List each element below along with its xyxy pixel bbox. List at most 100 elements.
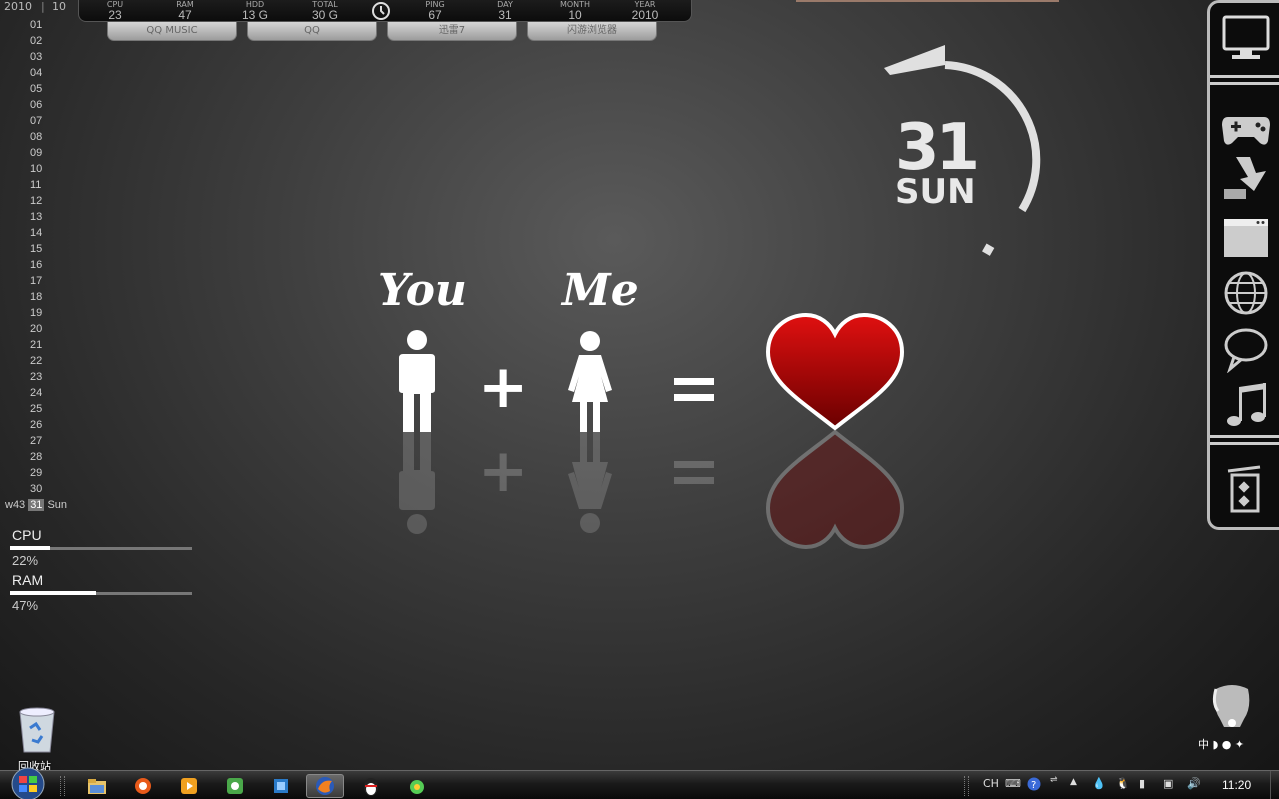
calendar-day: 01 bbox=[30, 19, 43, 31]
volume-icon[interactable]: 🔊 bbox=[1187, 777, 1201, 790]
usb-device-icon[interactable]: ▮ bbox=[1139, 777, 1145, 790]
dog-mascot-icon bbox=[1212, 685, 1250, 727]
ram-meter-bar bbox=[10, 591, 192, 595]
calendar-day: 14 bbox=[30, 227, 43, 239]
quick-launch-qq[interactable]: QQ bbox=[247, 22, 377, 41]
divider: | bbox=[41, 0, 45, 13]
calendar-day: 24 bbox=[30, 387, 43, 399]
ime-toolbar[interactable]: 中 ◗ ● ✦ bbox=[1198, 736, 1244, 752]
heart-icon bbox=[765, 312, 905, 550]
dock-separator bbox=[1210, 75, 1279, 85]
calendar-day: 13 bbox=[30, 211, 43, 223]
stat-total: TOTAL 30 G bbox=[311, 0, 338, 22]
help-icon[interactable]: ? bbox=[1027, 777, 1041, 794]
man-figure-icon bbox=[399, 330, 435, 534]
year-label: 2010 bbox=[4, 0, 32, 13]
calendar-day: 16 bbox=[30, 259, 43, 271]
clock-icon bbox=[372, 2, 390, 20]
media-player-icon[interactable] bbox=[170, 774, 208, 798]
stat-ram: RAM 47 bbox=[176, 0, 194, 22]
calendar-day: 22 bbox=[30, 355, 43, 367]
calendar-day: 07 bbox=[30, 115, 43, 127]
calendar-day: 18 bbox=[30, 291, 43, 303]
language-bar-options-icon[interactable]: ⇌ bbox=[1050, 775, 1058, 785]
svg-text:?: ? bbox=[1031, 780, 1036, 791]
taskbar: CH ⌨ ? ⇌ ▲ 💧 🐧 ▮ ▣ 🔊 11:20 bbox=[0, 767, 1279, 799]
green-ball-icon[interactable] bbox=[398, 774, 436, 798]
ram-meter-value: 47% bbox=[12, 598, 39, 613]
week-number: w43 bbox=[5, 499, 26, 511]
cpu-meter-value: 22% bbox=[12, 553, 39, 568]
calendar-day: 04 bbox=[30, 67, 43, 79]
blue-app-icon[interactable] bbox=[262, 774, 300, 798]
tray-grip[interactable] bbox=[964, 776, 969, 796]
stat-day: DAY 31 bbox=[497, 0, 513, 22]
taskbar-grip[interactable] bbox=[60, 776, 65, 796]
show-hidden-icons-icon[interactable]: ▲ bbox=[1070, 777, 1077, 787]
green-app-icon[interactable] bbox=[216, 774, 254, 798]
calendar-day: 27 bbox=[30, 435, 43, 447]
ime-language: 中 bbox=[1198, 738, 1209, 751]
start-orb-icon[interactable] bbox=[8, 767, 48, 799]
gamepad-icon[interactable] bbox=[1220, 103, 1272, 153]
qq-tray-icon[interactable]: 🐧 bbox=[1116, 777, 1130, 790]
me-label: Me bbox=[562, 265, 639, 316]
stat-ping: PING 67 bbox=[425, 0, 445, 22]
calendar-day: 29 bbox=[30, 467, 43, 479]
globe-icon[interactable] bbox=[1220, 268, 1272, 318]
calendar-day: 21 bbox=[30, 339, 43, 351]
right-dock bbox=[1207, 0, 1279, 530]
calendar-day: 15 bbox=[30, 243, 43, 255]
clock-weekday: SUN bbox=[895, 172, 976, 212]
desktop-recycle-bin-icon[interactable] bbox=[12, 706, 62, 754]
recycle-bin-icon[interactable] bbox=[1220, 465, 1272, 515]
network-icon[interactable]: ▣ bbox=[1163, 777, 1173, 790]
calendar-day: 28 bbox=[30, 451, 43, 463]
explorer-icon[interactable] bbox=[78, 774, 116, 798]
calendar-day: 09 bbox=[30, 147, 43, 159]
plus-reflection: + bbox=[478, 436, 529, 506]
clock-day-number: 31 bbox=[895, 111, 980, 185]
woman-figure-icon bbox=[568, 331, 612, 533]
stat-hdd: HDD 13 G bbox=[241, 0, 268, 22]
top-accent-line bbox=[796, 0, 1059, 2]
system-stats-bar: CPU 23 RAM 47 HDD 13 G TOTAL 30 G PING 67 DAY… bbox=[78, 0, 692, 22]
ram-meter-fill bbox=[10, 591, 96, 595]
quick-launch-xunlei[interactable]: 迅雷7 bbox=[387, 22, 517, 41]
show-desktop-button[interactable] bbox=[1270, 771, 1279, 799]
calendar-day: 12 bbox=[30, 195, 43, 207]
calendar-day: 05 bbox=[30, 83, 43, 95]
chat-bubble-icon[interactable] bbox=[1220, 323, 1272, 373]
computer-icon[interactable] bbox=[1220, 13, 1272, 63]
cpu-meter-fill bbox=[10, 546, 51, 550]
calendar-day: 17 bbox=[30, 275, 43, 287]
download-icon[interactable] bbox=[1220, 153, 1272, 203]
calendar-day: 06 bbox=[30, 99, 43, 111]
plus-sign: + bbox=[478, 352, 529, 422]
stat-cpu: CPU 23 bbox=[106, 0, 124, 22]
quick-launch-qq-music[interactable]: QQ MUSIC bbox=[107, 22, 237, 41]
taskbar-clock[interactable]: 11:20 bbox=[1222, 778, 1251, 792]
water-drop-icon[interactable]: 💧 bbox=[1092, 777, 1106, 790]
keyboard-icon[interactable]: ⌨ bbox=[1005, 777, 1021, 790]
calendar-day: 19 bbox=[30, 307, 43, 319]
calendar-today-line: w43 31 Sun bbox=[5, 498, 67, 512]
quick-launch-browser[interactable]: 闪游浏览器 bbox=[527, 22, 657, 41]
firefox-icon[interactable] bbox=[306, 774, 344, 798]
stat-month: MONTH 10 bbox=[559, 0, 591, 22]
music-note-icon[interactable] bbox=[1220, 381, 1272, 431]
browser-icon[interactable] bbox=[124, 774, 162, 798]
language-indicator[interactable]: CH bbox=[983, 777, 999, 790]
calendar-day: 26 bbox=[30, 419, 43, 431]
equals-sign-icon bbox=[674, 378, 714, 484]
qq-penguin-icon[interactable] bbox=[352, 774, 390, 798]
today-highlight: 31 bbox=[28, 499, 45, 511]
calendar-day: 25 bbox=[30, 403, 43, 415]
calendar-day: 10 bbox=[30, 163, 43, 175]
calendar-header: 2010 | 10 bbox=[0, 0, 76, 14]
calendar-day: 23 bbox=[30, 371, 43, 383]
cpu-meter-label: CPU bbox=[12, 527, 42, 543]
window-icon[interactable] bbox=[1220, 213, 1272, 263]
calendar-day: 02 bbox=[30, 35, 43, 47]
weekday-label: Sun bbox=[47, 499, 68, 511]
